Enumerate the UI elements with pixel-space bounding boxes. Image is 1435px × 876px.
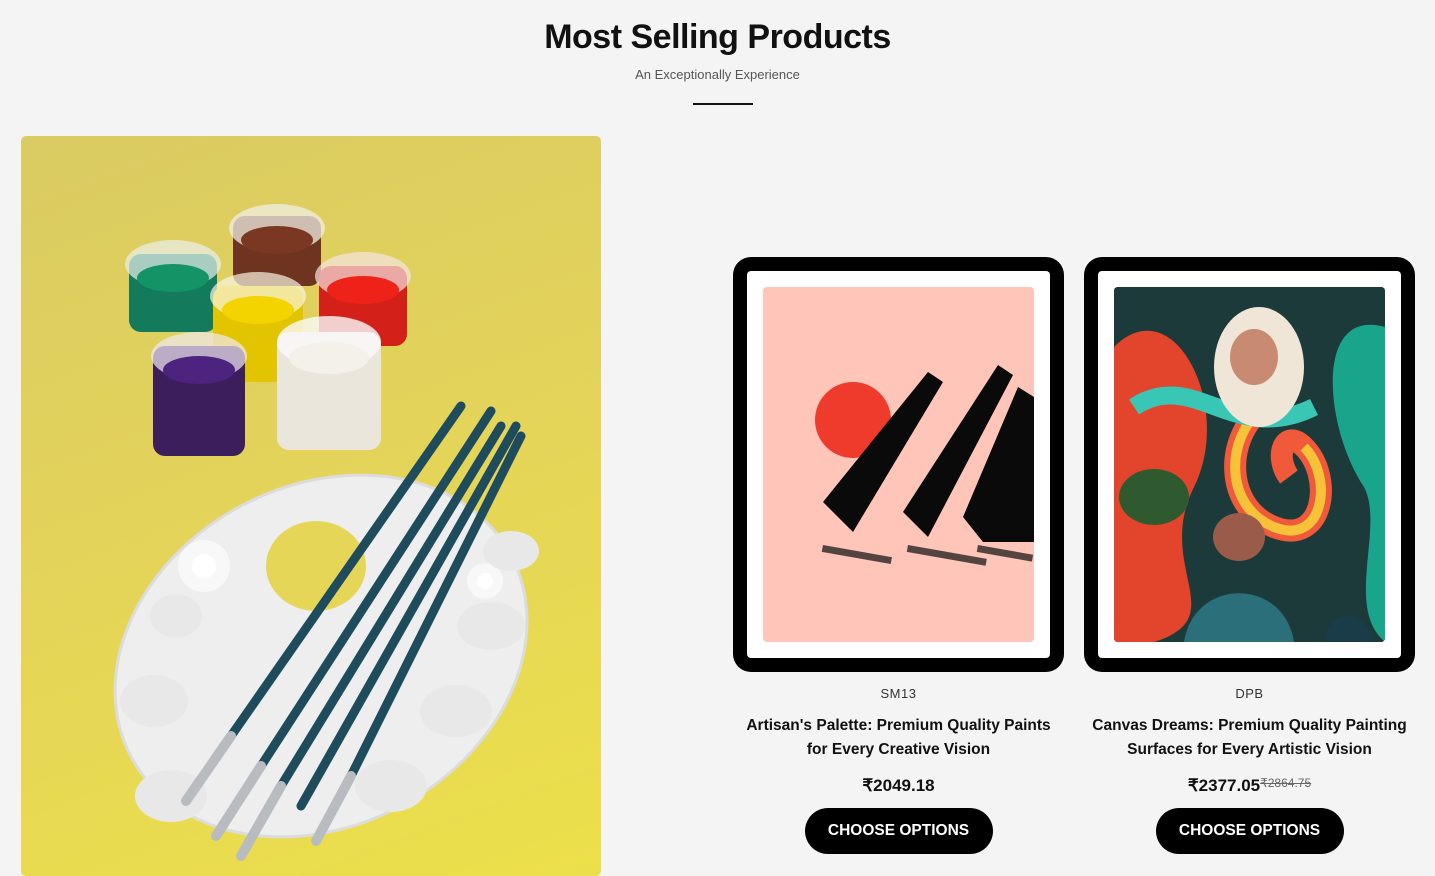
product-frame[interactable]	[733, 257, 1064, 672]
choose-options-button[interactable]: CHOOSE OPTIONS	[1155, 808, 1344, 854]
product-card[interactable]: DPB Canvas Dreams: Premium Quality Paint…	[1084, 257, 1415, 854]
product-name[interactable]: Canvas Dreams: Premium Quality Painting …	[1084, 714, 1415, 762]
section-title: Most Selling Products	[544, 18, 891, 56]
product-price: ₹2377.05	[1187, 776, 1261, 795]
psychedelic-art-illustration	[1114, 287, 1385, 642]
product-image[interactable]	[1114, 287, 1385, 642]
hero-image	[21, 136, 601, 876]
choose-options-button[interactable]: CHOOSE OPTIONS	[804, 808, 993, 854]
section-subtitle: An Exceptionally Experience	[635, 67, 800, 82]
title-divider	[693, 103, 753, 105]
paint-palette-illustration	[113, 204, 539, 861]
product-name[interactable]: Artisan's Palette: Premium Quality Paint…	[733, 714, 1064, 762]
product-card[interactable]: SM13 Artisan's Palette: Premium Quality …	[733, 257, 1064, 854]
product-image[interactable]	[763, 287, 1034, 642]
product-sku: SM13	[880, 686, 917, 701]
product-sku: DPB	[1235, 686, 1264, 701]
product-price: ₹2049.18	[862, 776, 935, 795]
abstract-dominoes-illustration	[815, 365, 1034, 566]
product-old-price: ₹2864.75	[1260, 776, 1312, 790]
product-frame[interactable]	[1084, 257, 1415, 672]
